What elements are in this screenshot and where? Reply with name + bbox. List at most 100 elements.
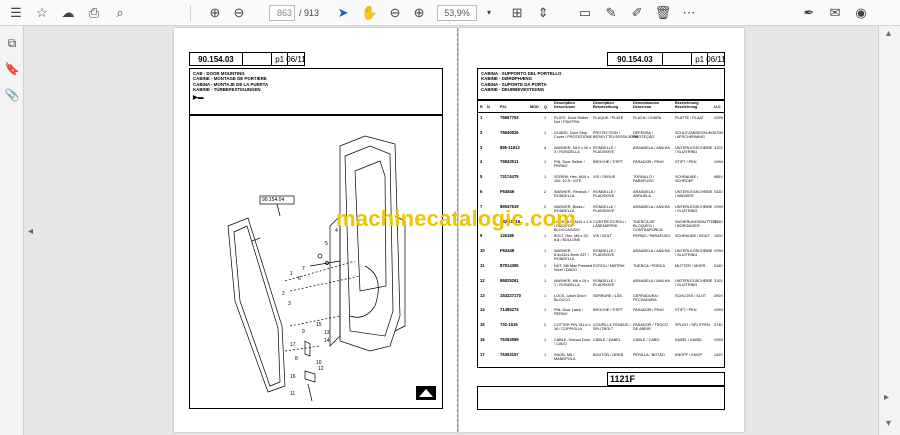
page-date: 06/11 — [286, 54, 306, 64]
description-fr-da: CONTRE-ÉCROU / LÅSEMØTRIK — [593, 219, 627, 228]
row-ref: 9 — [480, 233, 483, 239]
description-de-nl: MUTTER / MOER — [675, 264, 706, 268]
description-fr-da: BROCHE / STIFT — [593, 160, 623, 165]
search-icon[interactable]: ⌕ — [110, 3, 130, 23]
quantity: 2 — [544, 190, 547, 194]
description-en-it: WASHER, M6 x 19 x 1 / RONDELLA — [554, 278, 590, 287]
unit-code: 0160 — [714, 264, 723, 268]
quantity: 1 — [544, 234, 547, 239]
bookmark-star-icon[interactable]: ☆ — [32, 3, 52, 23]
unit-code: 3103 — [714, 145, 723, 150]
description-de-nl: UNTERLEGSCHEIBE / SLUITRING — [675, 278, 713, 287]
row-ref: 14 — [480, 307, 485, 313]
print-icon[interactable]: ⎙ — [84, 3, 104, 23]
callout-number: 14 — [324, 338, 330, 344]
quantity: 1 — [544, 278, 547, 283]
description-de-nl: UNTERLEGSCHEIBE / SLUITRING — [675, 145, 713, 154]
table-row: 16 76363589 1 CABLE, Vinculo Door / CAVO CÂB… — [478, 337, 724, 352]
row-ref: 2 — [480, 129, 483, 135]
column-header: MOD — [530, 105, 539, 109]
scroll-mode-icon[interactable]: ⇕ — [533, 3, 553, 23]
callout-number: 1 — [290, 271, 293, 277]
description-en-it: BOLT, Hex, M8 x 20, 8.8 / BULLONE — [554, 234, 589, 243]
highlight-icon[interactable]: ✐ — [627, 3, 647, 23]
more-tools-icon[interactable]: ⋯ — [679, 3, 699, 23]
description-en-it: KNOB, M6 / MANOPOLA — [554, 352, 576, 361]
part-number: F64846 — [500, 189, 515, 194]
trash-icon[interactable]: 🗑 — [653, 3, 673, 23]
description-fr-da: PLAQUE / PLATE — [593, 116, 624, 120]
cloud-upload-icon[interactable]: ☁ — [58, 3, 78, 23]
attachment-icon[interactable]: 📎 — [0, 82, 24, 108]
row-ref: 3 — [480, 144, 483, 150]
hand-tool-icon[interactable]: ✋ — [359, 3, 379, 23]
title-box: CABINA - SUPPORTO DEL PORTELLO KABINE - … — [477, 68, 725, 100]
scroll-down-arrow[interactable]: ▾ — [886, 418, 891, 429]
description-fr-da: RONDELLE / PLADSKIVE — [593, 278, 616, 287]
description-es-pt: PERILLA / BOTÃO — [633, 352, 665, 357]
comment-icon[interactable]: ▭ — [575, 3, 595, 23]
callout-number: 9 — [302, 329, 305, 335]
description-de-nl: PLATTE / PLAAT — [675, 116, 704, 120]
unit-code: 3103 — [714, 278, 723, 283]
callout-number: 13 — [324, 330, 330, 336]
row-ref: 6 — [480, 189, 483, 194]
row-ref: 4 — [480, 159, 483, 165]
previous-page-icon[interactable]: ⊕ — [205, 3, 225, 23]
quantity: 4 — [544, 145, 547, 150]
description-en-it: GUARD, Door Stop Cover / PROTEZIONE — [554, 130, 592, 139]
table-row: 3 895-11812 4 WASHER, M10 x 30 x 3 / RONDEL… — [478, 145, 724, 160]
bookmark-icon[interactable]: 🔖 — [0, 56, 24, 82]
select-cursor-icon[interactable]: ➤ — [333, 3, 353, 23]
part-number: 126186 — [500, 233, 514, 239]
table-header: R N P.N. MOD Q Description Descrizione D… — [478, 101, 724, 113]
tractor-symbol-icon: ▶▬ — [193, 94, 204, 101]
copy-pages-icon[interactable]: ⧉ — [0, 30, 24, 56]
description-de-nl: UNTERLEGSCHEIBE / WASHER — [675, 190, 713, 198]
description-es-pt: ARANDELA / ARRUELA — [633, 190, 656, 198]
row-ref: 1 — [480, 115, 483, 120]
table-row: 17 76363157 1 KNOB, M6 / MANOPOLA BOUTON / G… — [478, 352, 724, 367]
table-row: 5 73174475 1 SCREW, Hex, M10 x 100, 10.9 / … — [478, 174, 724, 189]
next-page-icon[interactable]: ⊖ — [229, 3, 249, 23]
part-number: 87814365 — [500, 263, 519, 268]
account-icon[interactable]: ◉ — [851, 3, 871, 23]
description-en-it: NUT, M8 Max Pressed Steel / DADO — [554, 264, 592, 272]
row-ref: 15 — [480, 322, 485, 328]
row-ref: 17 — [480, 351, 485, 357]
right-collapse-arrow[interactable]: ▸ — [884, 392, 889, 403]
unit-code: X99V — [714, 116, 724, 120]
row-ref: 12 — [480, 277, 485, 283]
description-en-it: WASHER, Flexlock / RONDELLA — [554, 190, 589, 198]
table-row: 1 76867753 1 PLATE, Door Striker Nut / PIAS… — [478, 115, 724, 130]
sign-icon[interactable]: ✒ — [799, 3, 819, 23]
tools-menu-icon[interactable]: ☰ — [6, 3, 26, 23]
zoom-level-select[interactable]: 53,9% — [437, 4, 478, 21]
right-scrollbar[interactable]: ▴ ▾ — [878, 26, 900, 435]
quantity: 2 — [544, 323, 547, 328]
description-de-nl: STIFT / PEN — [675, 308, 697, 313]
quantity: 1 — [544, 160, 547, 165]
unit-code: 985V — [714, 175, 723, 180]
fit-page-icon[interactable]: ⊞ — [507, 3, 527, 23]
unit-code: 1400 — [714, 234, 723, 239]
part-number: 76867753 — [500, 115, 519, 120]
page-number-input[interactable]: 863 — [269, 4, 295, 21]
scroll-up-arrow[interactable]: ▴ — [886, 28, 891, 39]
chevron-down-icon[interactable]: ▾ — [479, 3, 499, 23]
pen-icon[interactable]: ✎ — [601, 3, 621, 23]
description-fr-da: RONDELLE / PLADSKIVE — [593, 145, 616, 154]
zoom-in-icon[interactable]: ⊕ — [409, 3, 429, 23]
left-collapse-arrow[interactable]: ◂ — [28, 226, 33, 237]
zoom-out-icon[interactable]: ⊖ — [385, 3, 405, 23]
part-number: 732-1616 — [500, 322, 518, 328]
description-de-nl: SPLINT / SPLITPEN — [675, 323, 710, 328]
callout-number: 11 — [290, 391, 296, 397]
table-row: 14 71485274 1 PIN, Door Latch / PERNO BROCHE… — [478, 307, 724, 322]
unit-code: 1429 — [714, 352, 723, 357]
description-fr-da: BOUTON / GREB — [593, 352, 624, 357]
mail-icon[interactable]: ✉ — [825, 3, 845, 23]
page-code: 90.154.03 — [190, 53, 243, 65]
description-de-nl: KNOPF / KNOP — [675, 352, 703, 357]
row-ref: 10 — [480, 248, 485, 254]
